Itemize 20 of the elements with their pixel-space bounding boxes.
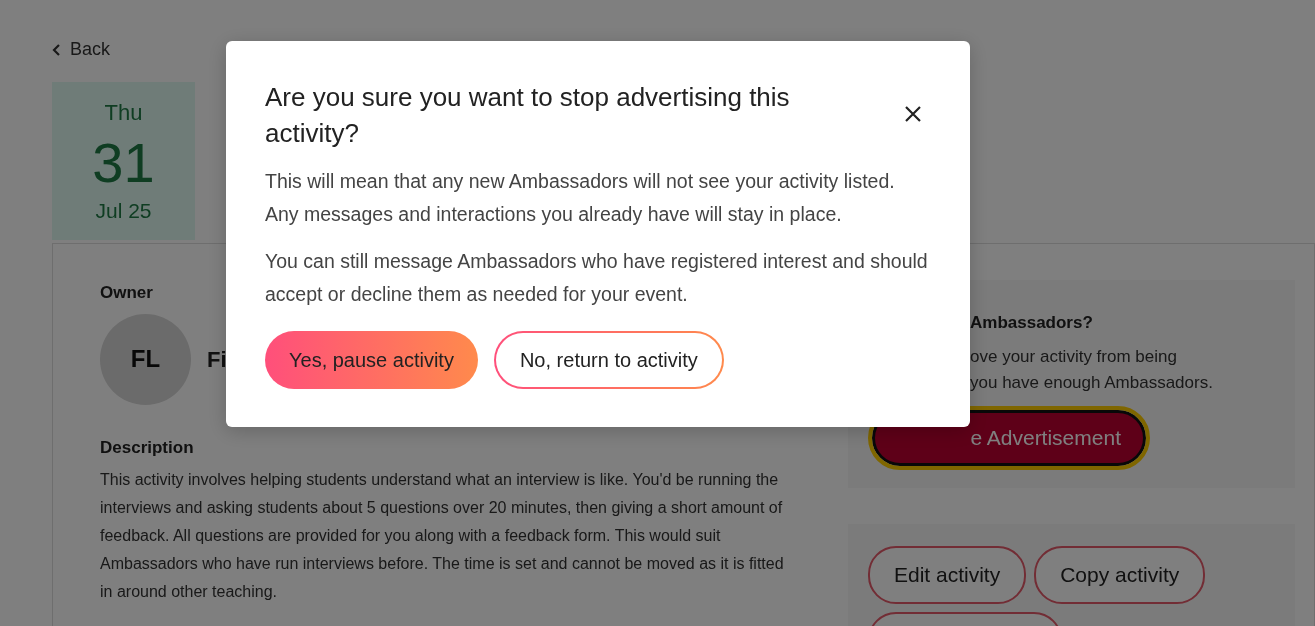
close-icon[interactable] [904,105,922,123]
description-heading: Description [100,436,194,459]
owner-name: Fi [207,345,227,374]
chevron-left-icon [52,42,62,57]
action-button[interactable]: Copy activity [1034,546,1206,604]
dialog-text: This will mean that any new Ambassadors will not see your activity listed. Any messages and interactions you already have will stay in place. [265,169,896,227]
confirm-button[interactable]: Yes, pause activity [265,331,478,389]
panel-heading: Ambassadors? [970,312,1094,334]
description-text: This activity involves helping students understand what an interview is like. You'd be running the interviews and asking students about 5 questions over 20 minutes, then giving a short amount of feedback. All questions are provided for you along with a feedback form. This would suit Ambassadors who have run interviews before. The time is set and cannot be moved as it is fitted in around other teaching. [100,470,785,602]
dialog-text: You can still message Ambassadors who have registered interest and should accept or decline them as needed for your event. [265,249,929,307]
dialog-title: Are you sure you want to stop advertising this activity? [265,81,791,150]
panel-text: you have enough Ambassadors. [970,372,1214,394]
back-link[interactable]: Back [52,36,111,63]
weekday-text: Thu [103,99,144,127]
action-button[interactable]: Edit activity [868,546,1027,604]
owner-heading: Owner [100,282,153,304]
avatar: FL [100,313,191,405]
day-number: 31 [91,135,156,191]
month-year-text: Jul 25 [94,198,153,224]
panel-text: ove your activity from being [970,346,1178,368]
